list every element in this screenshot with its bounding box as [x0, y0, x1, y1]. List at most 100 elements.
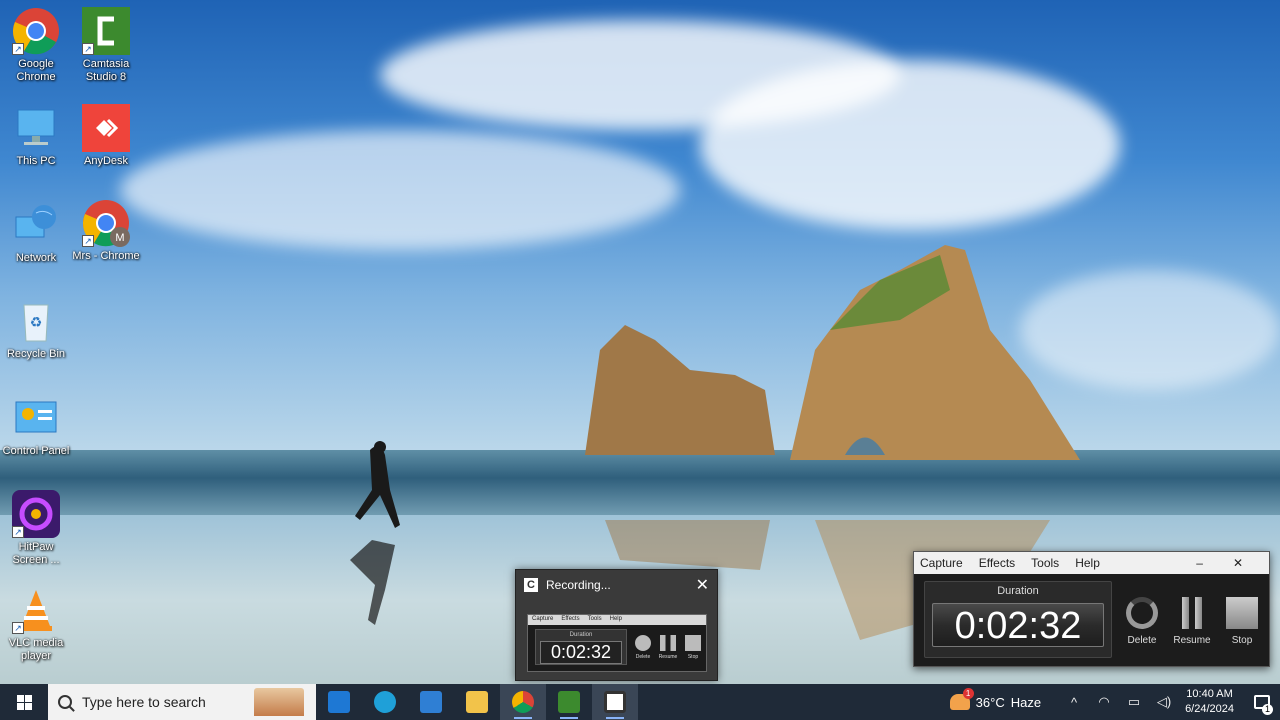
thumbnail-menu-item: Capture: [532, 616, 554, 622]
desktop-icon-label: Control Panel: [2, 445, 70, 457]
duration-time: 0:02:32: [932, 603, 1104, 647]
weather-widget[interactable]: 1 36°C Haze: [949, 688, 1041, 710]
recorder-thumbnail[interactable]: Capture Effects Tools Help Duration 0:02…: [527, 614, 707, 672]
delete-icon: [635, 635, 651, 651]
camtasia-recorder-window[interactable]: Capture Effects Tools Help – ✕ Duration …: [913, 551, 1270, 667]
thumbnail-duration-label: Duration: [569, 632, 593, 638]
wifi-icon[interactable]: ◠: [1089, 694, 1119, 710]
recorder-menubar: Capture Effects Tools Help – ✕: [914, 552, 1269, 574]
duration-label: Duration: [997, 585, 1039, 597]
chrome-profile-icon: M ↗: [82, 199, 130, 247]
desktop-icon-hitpaw[interactable]: ↗ HitPaw Screen ...: [0, 490, 72, 567]
stop-icon: [685, 635, 701, 651]
weather-haze-icon: 1: [949, 688, 974, 710]
camtasia-icon: [558, 691, 580, 713]
weather-badge: 1: [962, 688, 974, 699]
recording-popup-header: C Recording... ✕: [516, 570, 717, 600]
thumbnail-resume-label: Resume: [658, 654, 678, 660]
desktop-icon-control-panel[interactable]: Control Panel: [0, 394, 72, 458]
desktop-icon-label: VLC media player: [8, 637, 64, 662]
taskbar: Type here to search 1 36°C Haze ^ ◠ ▭ ◁)…: [0, 684, 1280, 720]
taskbar-app-camtasia-recorder[interactable]: [592, 684, 638, 720]
shortcut-arrow-icon: ↗: [82, 43, 94, 55]
control-panel-icon: [12, 394, 60, 442]
vlc-icon: ↗: [12, 586, 60, 634]
thumbnail-duration-time: 0:02:32: [540, 641, 622, 664]
clock-time: 10:40 AM: [1186, 688, 1233, 700]
duration-panel: Duration 0:02:32: [924, 581, 1112, 658]
camtasia-recorder-icon: [604, 691, 626, 713]
desktop-icon-camtasia-studio[interactable]: ↗ Camtasia Studio 8: [70, 7, 142, 84]
desktop-icon-label: HitPaw Screen ...: [12, 541, 60, 566]
search-icon: [58, 695, 72, 709]
desktop-icon-this-pc[interactable]: This PC: [0, 104, 72, 168]
start-button[interactable]: [0, 684, 48, 720]
taskbar-app-file-explorer[interactable]: [454, 684, 500, 720]
menu-effects[interactable]: Effects: [979, 556, 1015, 570]
stop-icon: [1226, 597, 1258, 629]
desktop-icon-recycle-bin[interactable]: ♻ Recycle Bin: [0, 297, 72, 361]
desktop-icon-mrs-chrome[interactable]: M ↗ Mrs - Chrome: [70, 199, 142, 263]
thumbnail-resume: Resume: [658, 635, 678, 660]
close-icon[interactable]: ✕: [696, 575, 709, 595]
close-icon[interactable]: ✕: [1233, 556, 1243, 570]
thumbnail-stop: Stop: [683, 635, 703, 660]
windows-logo-icon: [16, 694, 32, 710]
taskbar-app-chrome[interactable]: [500, 684, 546, 720]
notification-count: 1: [1262, 704, 1273, 715]
notification-center-button[interactable]: 1: [1244, 684, 1280, 720]
system-tray: 1 36°C Haze ^ ◠ ▭ ◁) 10:40 AM 6/24/2024 …: [949, 684, 1280, 720]
recording-popup[interactable]: C Recording... ✕ Capture Effects Tools H…: [515, 569, 718, 681]
volume-icon[interactable]: ◁): [1149, 694, 1179, 710]
menu-tools[interactable]: Tools: [1031, 556, 1059, 570]
taskbar-app-camtasia[interactable]: [546, 684, 592, 720]
taskbar-app-edge[interactable]: [362, 684, 408, 720]
pause-icon: [1182, 597, 1202, 629]
show-hidden-icons-chevron-icon[interactable]: ^: [1059, 695, 1089, 710]
resume-button[interactable]: Resume: [1172, 595, 1212, 646]
delete-button[interactable]: Delete: [1122, 595, 1162, 646]
meet-now-icon[interactable]: ▭: [1119, 694, 1149, 710]
thumbnail-stop-label: Stop: [687, 654, 699, 660]
shortcut-arrow-icon: ↗: [82, 235, 94, 247]
window-controls: – ✕: [1196, 556, 1259, 570]
search-placeholder: Type here to search: [82, 694, 206, 710]
desktop-icon-vlc[interactable]: ↗ VLC media player: [0, 586, 72, 663]
thumbnail-menu-item: Effects: [561, 616, 580, 622]
desktop-icon-label: Google Chrome: [16, 58, 56, 83]
desktop-icon-label: AnyDesk: [83, 155, 129, 167]
camtasia-logo-icon: C: [524, 578, 538, 592]
camtasia-icon: ↗: [82, 7, 130, 55]
recording-popup-title: Recording...: [546, 578, 611, 592]
thumbnail-delete: Delete: [633, 635, 653, 660]
weather-temperature: 36°C: [975, 694, 1005, 710]
menu-help[interactable]: Help: [1075, 556, 1100, 570]
recycle-bin-icon: ♻: [12, 297, 60, 345]
thumbnail-menu-item: Help: [609, 616, 622, 622]
chrome-icon: ↗: [12, 7, 60, 55]
desktop-icon-label: Camtasia Studio 8: [82, 58, 130, 83]
resume-label: Resume: [1173, 635, 1211, 646]
desktop-icon-label: Recycle Bin: [6, 348, 66, 360]
shortcut-arrow-icon: ↗: [12, 526, 24, 538]
desktop-icon-anydesk[interactable]: AnyDesk: [70, 104, 142, 168]
minimize-icon[interactable]: –: [1196, 556, 1203, 570]
taskbar-clock[interactable]: 10:40 AM 6/24/2024: [1185, 687, 1234, 717]
pause-icon: [660, 635, 676, 651]
taskbar-app-mail[interactable]: [316, 684, 362, 720]
profile-badge: M: [115, 232, 124, 244]
taskbar-app-store[interactable]: [408, 684, 454, 720]
hitpaw-icon: ↗: [12, 490, 60, 538]
stop-button[interactable]: Stop: [1222, 595, 1262, 646]
menu-capture[interactable]: Capture: [920, 556, 963, 570]
store-icon: [420, 691, 442, 713]
taskbar-search-box[interactable]: Type here to search: [48, 684, 316, 720]
stop-label: Stop: [1231, 635, 1253, 646]
desktop-icon-google-chrome[interactable]: ↗ Google Chrome: [0, 7, 72, 84]
delete-icon: [1126, 597, 1158, 629]
thumbnail-menu-item: Tools: [587, 616, 602, 622]
chrome-icon: [512, 691, 534, 713]
network-icon: [12, 201, 60, 249]
search-highlight-image: [254, 688, 304, 716]
desktop-icon-network[interactable]: Network: [0, 201, 72, 265]
